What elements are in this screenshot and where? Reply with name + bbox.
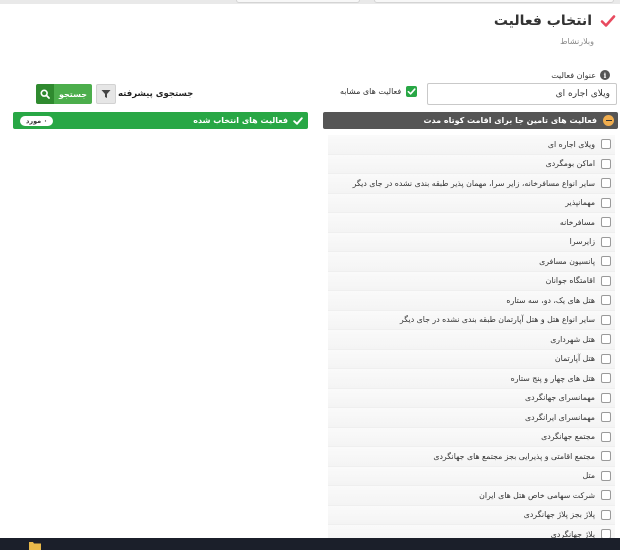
list-item[interactable]: سایر انواع هتل و هتل آپارتمان طبقه بندی … bbox=[328, 310, 615, 330]
activity-label: پانسیون مسافری bbox=[539, 256, 595, 266]
activity-label: اماکن بومگردی bbox=[545, 159, 595, 169]
activity-checkbox[interactable] bbox=[601, 373, 611, 384]
browser-top-strip bbox=[0, 0, 620, 4]
activity-checkbox[interactable] bbox=[601, 334, 611, 345]
activity-checkbox[interactable] bbox=[601, 470, 611, 481]
search-button[interactable]: جستجو bbox=[36, 84, 92, 104]
checkmark-icon bbox=[600, 15, 616, 27]
activity-label: متل bbox=[582, 471, 595, 481]
list-item[interactable]: متل bbox=[328, 466, 615, 486]
activity-checkbox[interactable] bbox=[601, 431, 611, 442]
list-item[interactable]: پانسیون مسافری bbox=[328, 252, 615, 272]
breadcrumb: وبلارنشاط bbox=[560, 37, 594, 46]
list-item[interactable]: اقامتگاه جوانان bbox=[328, 271, 615, 291]
activity-title-input[interactable] bbox=[427, 83, 617, 105]
activity-checkbox[interactable] bbox=[601, 197, 611, 208]
activity-title-label: عنوان فعالیت bbox=[551, 70, 596, 80]
list-item[interactable]: هتل شهرداری bbox=[328, 330, 615, 350]
activity-label: مجتمع اقامتی و پذیرایی بجز مجتمع های جها… bbox=[433, 451, 595, 461]
activity-checkbox[interactable] bbox=[601, 314, 611, 325]
category-title: فعالیت های تامین جا برای اقامت کوتاه مدت bbox=[423, 116, 597, 125]
activity-title-label-row: i عنوان فعالیت bbox=[551, 70, 610, 80]
os-taskbar bbox=[0, 538, 620, 550]
activity-label: زایرسرا bbox=[569, 237, 595, 247]
list-item[interactable]: ویلای اجاره ای bbox=[328, 135, 615, 155]
advanced-search-link[interactable]: جستجوی پیشرفته bbox=[118, 85, 193, 103]
list-item[interactable]: هتل آپارتمان bbox=[328, 349, 615, 369]
collapse-icon[interactable] bbox=[603, 115, 614, 126]
activity-label: هتل آپارتمان bbox=[554, 354, 595, 364]
activity-checkbox[interactable] bbox=[601, 178, 611, 189]
list-item[interactable]: زایرسرا bbox=[328, 232, 615, 252]
selected-count-badge: ۰ مورد bbox=[20, 115, 54, 126]
activity-checkbox[interactable] bbox=[601, 295, 611, 306]
list-item[interactable]: هتل های چهار و پنج ستاره bbox=[328, 369, 615, 389]
activity-label: مهمانسرای جهانگردی bbox=[525, 393, 595, 403]
list-item[interactable]: شرکت سهامی خاص هتل های ایران bbox=[328, 486, 615, 506]
activity-list: ویلای اجاره ای اماکن بومگردی سایر انواع مس… bbox=[328, 135, 615, 550]
activity-checkbox[interactable] bbox=[601, 392, 611, 403]
activity-checkbox[interactable] bbox=[601, 139, 611, 150]
browser-tab[interactable] bbox=[236, 0, 360, 3]
page-header: انتخاب فعالیت bbox=[494, 10, 616, 32]
activity-checkbox[interactable] bbox=[601, 256, 611, 267]
similar-activities-checkbox[interactable] bbox=[406, 86, 418, 97]
activity-label: پلاژ بجز پلاژ جهانگردی bbox=[523, 510, 595, 520]
activity-checkbox[interactable] bbox=[601, 353, 611, 364]
activity-label: مسافرخانه bbox=[559, 217, 595, 227]
similar-activities-toggle[interactable]: فعالیت های مشابه bbox=[340, 86, 418, 97]
activity-label: هتل های یک، دو، سه ستاره bbox=[506, 295, 595, 305]
filter-button[interactable] bbox=[96, 84, 116, 104]
search-button-label: جستجو bbox=[54, 84, 92, 104]
list-item[interactable]: مجتمع اقامتی و پذیرایی بجز مجتمع های جها… bbox=[328, 447, 615, 467]
selected-activities-title: فعالیت های انتخاب شده bbox=[193, 116, 288, 125]
activity-checkbox[interactable] bbox=[601, 275, 611, 286]
activity-label: هتل شهرداری bbox=[550, 334, 595, 344]
checkmark-icon bbox=[407, 88, 416, 95]
similar-activities-label: فعالیت های مشابه bbox=[340, 87, 402, 96]
list-item[interactable]: مسافرخانه bbox=[328, 213, 615, 233]
activity-label: سایر انواع هتل و هتل آپارتمان طبقه بندی … bbox=[399, 315, 595, 325]
list-item[interactable]: مهمانپذیر bbox=[328, 193, 615, 213]
selected-activities-header: ۰ مورد فعالیت های انتخاب شده bbox=[13, 112, 308, 129]
activity-checkbox[interactable] bbox=[601, 217, 611, 228]
list-item[interactable]: مجتمع جهانگردی bbox=[328, 427, 615, 447]
filter-icon bbox=[101, 90, 111, 98]
activity-checkbox[interactable] bbox=[601, 509, 611, 520]
category-header[interactable]: فعالیت های تامین جا برای اقامت کوتاه مدت bbox=[323, 112, 618, 129]
info-icon[interactable]: i bbox=[600, 70, 610, 80]
activity-label: اقامتگاه جوانان bbox=[545, 276, 595, 286]
list-item[interactable]: اماکن بومگردی bbox=[328, 154, 615, 174]
list-item[interactable]: هتل های یک، دو، سه ستاره bbox=[328, 291, 615, 311]
activity-label: هتل های چهار و پنج ستاره bbox=[510, 373, 595, 383]
activity-label: مهمانپذیر bbox=[565, 198, 595, 208]
list-item[interactable]: سایر انواع مسافرخانه، زایر سرا، مهمان پذ… bbox=[328, 174, 615, 194]
browser-tab[interactable] bbox=[374, 0, 614, 3]
activity-label: شرکت سهامی خاص هتل های ایران bbox=[479, 490, 595, 500]
activity-checkbox[interactable] bbox=[601, 451, 611, 462]
list-item[interactable]: پلاژ بجز پلاژ جهانگردی bbox=[328, 505, 615, 525]
activity-label: مجتمع جهانگردی bbox=[541, 432, 595, 442]
checkmark-icon bbox=[293, 116, 303, 125]
search-icon bbox=[36, 84, 54, 104]
activity-checkbox[interactable] bbox=[601, 236, 611, 247]
activity-label: ویلای اجاره ای bbox=[547, 139, 595, 149]
activity-label: مهمانسرای ایرانگردی bbox=[525, 412, 595, 422]
activity-checkbox[interactable] bbox=[601, 158, 611, 169]
page-title: انتخاب فعالیت bbox=[493, 13, 592, 29]
list-item[interactable]: مهمانسرای جهانگردی bbox=[328, 388, 615, 408]
activity-label: سایر انواع مسافرخانه، زایر سرا، مهمان پذ… bbox=[352, 178, 595, 188]
activity-checkbox[interactable] bbox=[601, 412, 611, 423]
activity-checkbox[interactable] bbox=[601, 490, 611, 501]
folder-icon[interactable] bbox=[28, 540, 42, 550]
list-item[interactable]: مهمانسرای ایرانگردی bbox=[328, 408, 615, 428]
